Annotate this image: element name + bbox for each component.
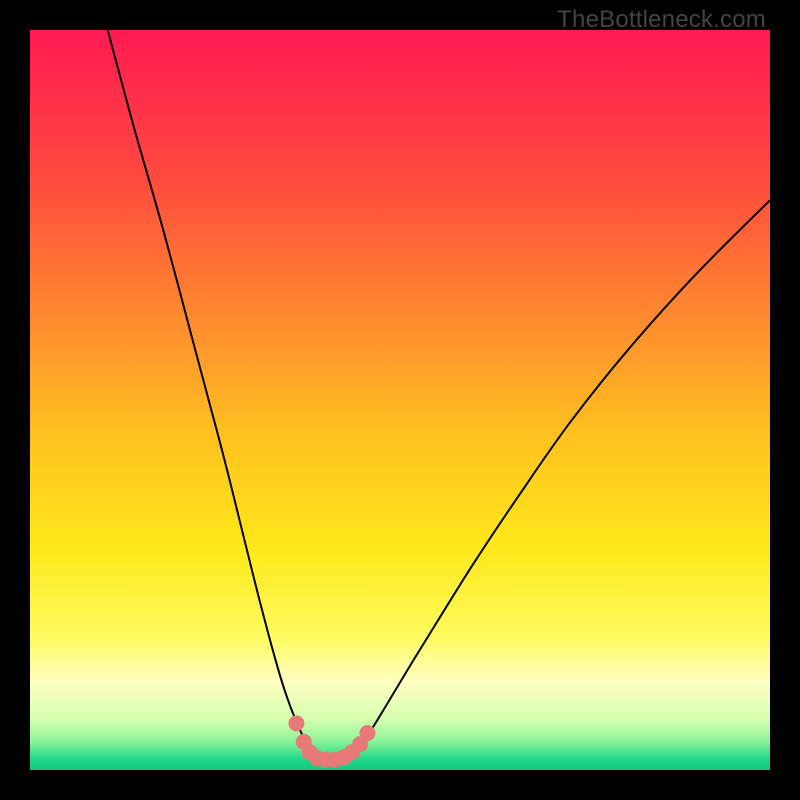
gradient-background bbox=[30, 30, 770, 770]
plot-area bbox=[30, 30, 770, 770]
chart-container: TheBottleneck.com bbox=[0, 0, 800, 800]
chart-svg bbox=[30, 30, 770, 770]
highlight-dot bbox=[288, 715, 304, 731]
highlight-dot bbox=[359, 725, 375, 741]
